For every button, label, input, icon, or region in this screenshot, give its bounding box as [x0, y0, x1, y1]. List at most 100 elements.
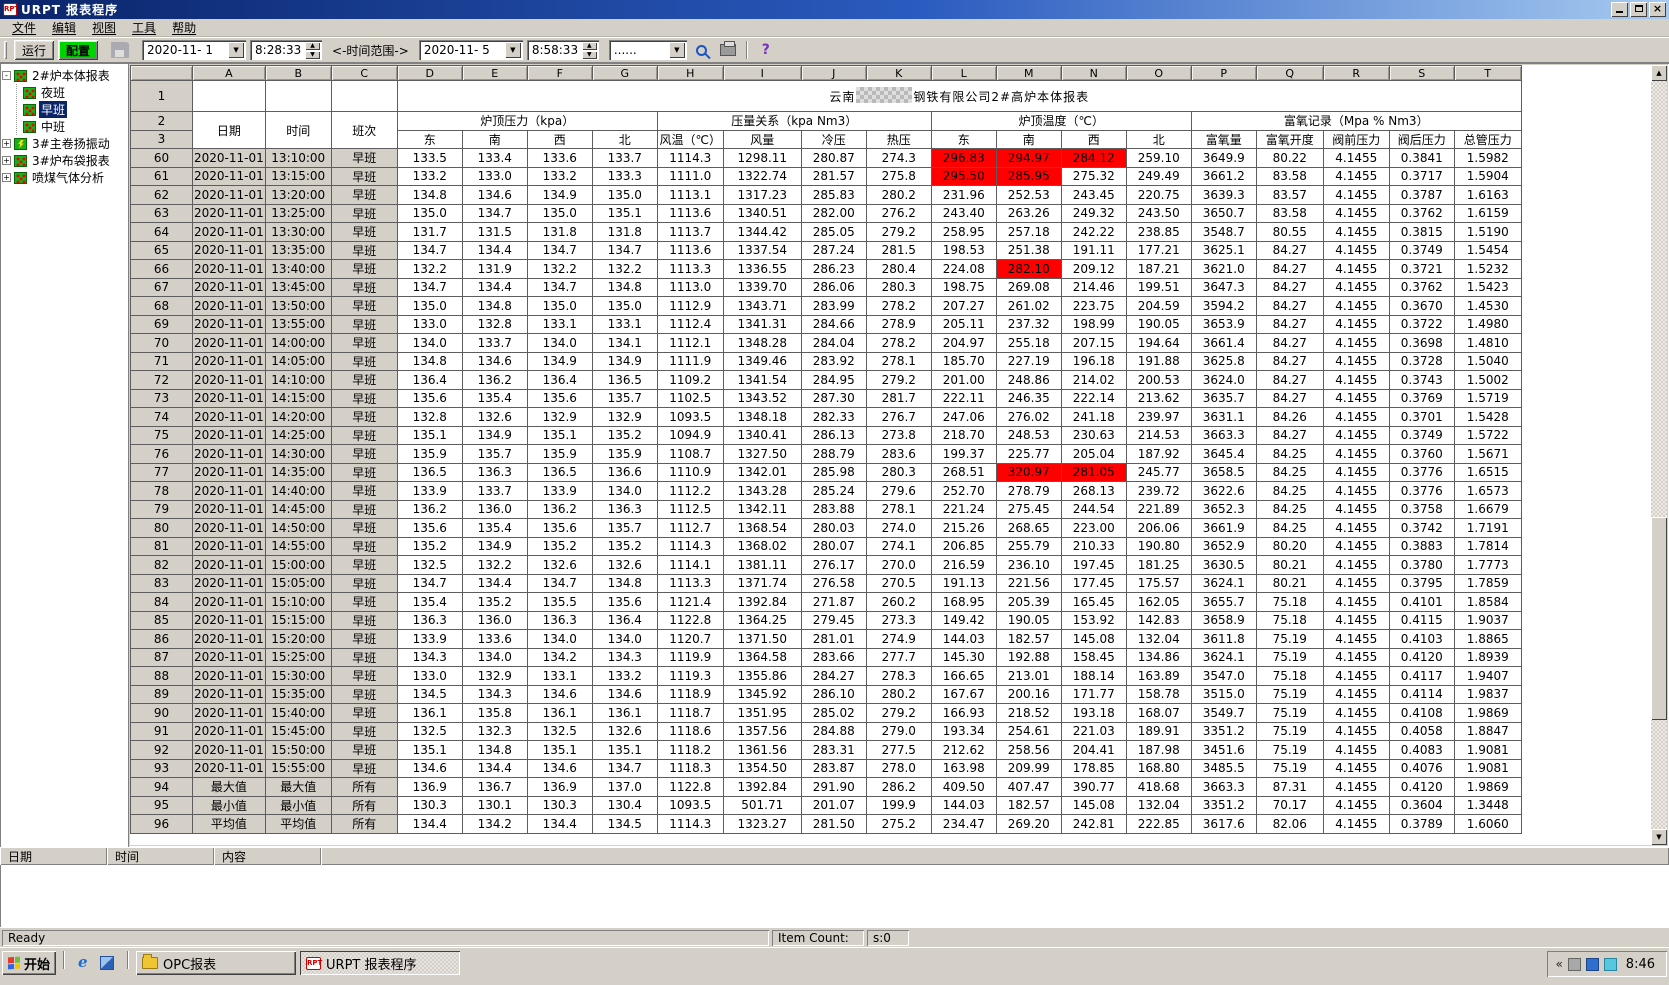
tree-item-label[interactable]: 3#炉布袋报表	[30, 152, 112, 169]
menu-edit[interactable]: 编辑	[44, 18, 84, 37]
column-header-P[interactable]: P	[1191, 66, 1256, 81]
column-header-O[interactable]: O	[1126, 66, 1191, 81]
chevron-down-icon[interactable]: ▼	[505, 42, 521, 58]
row-number[interactable]: 67	[131, 278, 193, 297]
tray-printer-icon[interactable]	[1568, 958, 1581, 971]
tree-item-label[interactable]: 喷煤气体分析	[30, 169, 106, 186]
help-icon[interactable]: ?	[755, 40, 777, 60]
row-number[interactable]: 72	[131, 371, 193, 390]
row-number[interactable]: 94	[131, 778, 193, 797]
tree-item-label[interactable]: 2#炉本体报表	[30, 67, 112, 84]
row-number[interactable]: 83	[131, 574, 193, 593]
column-header-R[interactable]: R	[1323, 66, 1389, 81]
tree-item-夜班[interactable]: 夜班	[17, 84, 126, 101]
tree-item-中班[interactable]: 中班	[17, 118, 126, 135]
row-number[interactable]: 78	[131, 482, 193, 501]
column-header-C[interactable]: C	[331, 66, 397, 81]
row-number[interactable]: 73	[131, 389, 193, 408]
column-header-K[interactable]: K	[866, 66, 931, 81]
time-from-spinner[interactable]: 8:28:33 ▲▼	[250, 40, 322, 60]
log-column-content[interactable]: 内容	[214, 847, 321, 865]
tree-item-喷煤气体分析[interactable]: + 喷煤气体分析	[2, 169, 126, 186]
collapse-icon[interactable]: -	[2, 71, 11, 80]
menu-view[interactable]: 视图	[84, 18, 124, 37]
vertical-scrollbar[interactable]: ▲ ▼	[1651, 65, 1667, 845]
close-button[interactable]: ×	[1649, 2, 1666, 17]
row-number[interactable]: 64	[131, 223, 193, 242]
column-header-L[interactable]: L	[931, 66, 996, 81]
column-header-A[interactable]: A	[193, 66, 266, 81]
column-header-E[interactable]: E	[462, 66, 527, 81]
row-number[interactable]: 80	[131, 519, 193, 538]
row-number[interactable]: 63	[131, 204, 193, 223]
chevron-left-icon[interactable]: «	[1555, 957, 1562, 971]
row-number[interactable]: 71	[131, 352, 193, 371]
task-button-urpt[interactable]: RPT URPT 报表程序	[300, 951, 460, 975]
row-number[interactable]: 82	[131, 556, 193, 575]
run-button[interactable]: 运行	[14, 40, 54, 60]
toolbar-grip[interactable]	[4, 41, 7, 59]
row-number[interactable]: 93	[131, 759, 193, 778]
row-number[interactable]: 69	[131, 315, 193, 334]
row-number[interactable]: 66	[131, 260, 193, 279]
row-number[interactable]: 84	[131, 593, 193, 612]
column-header-I[interactable]: I	[723, 66, 801, 81]
row-number[interactable]: 68	[131, 297, 193, 316]
expand-icon[interactable]: +	[2, 156, 11, 165]
chevron-down-icon[interactable]: ▼	[228, 42, 244, 58]
column-header-T[interactable]: T	[1454, 66, 1521, 81]
row-number[interactable]: 65	[131, 241, 193, 260]
row-number[interactable]: 96	[131, 815, 193, 834]
tree-item-label[interactable]: 3#主卷扬振动	[30, 135, 112, 152]
column-header-H[interactable]: H	[657, 66, 723, 81]
tray-monitor-icon[interactable]	[1586, 958, 1599, 971]
row-number[interactable]: 75	[131, 426, 193, 445]
row-number[interactable]: 87	[131, 648, 193, 667]
tree-item-早班[interactable]: 早班	[17, 101, 126, 118]
tray-network-icon[interactable]	[1604, 958, 1617, 971]
date-to-picker[interactable]: 2020-11- 5 ▼	[419, 40, 523, 60]
expand-icon[interactable]: +	[2, 139, 11, 148]
log-column-time[interactable]: 时间	[107, 847, 214, 865]
chevron-down-icon[interactable]: ▼	[669, 42, 685, 58]
row-number[interactable]: 89	[131, 685, 193, 704]
tree-item-label[interactable]: 中班	[39, 118, 67, 135]
save-icon[interactable]	[110, 41, 130, 59]
row-number[interactable]: 90	[131, 704, 193, 723]
config-button[interactable]: 配置	[58, 40, 98, 60]
ie-icon[interactable]: e	[78, 955, 94, 971]
column-header-J[interactable]: J	[801, 66, 866, 81]
row-number[interactable]: 61	[131, 167, 193, 186]
search-icon[interactable]	[691, 40, 713, 60]
tree-item-2#炉本体报表[interactable]: - 2#炉本体报表	[2, 67, 126, 84]
tree-item-label[interactable]: 早班	[39, 101, 67, 118]
row-number[interactable]: 76	[131, 445, 193, 464]
menu-help[interactable]: 帮助	[164, 18, 204, 37]
minimize-button[interactable]	[1611, 2, 1628, 17]
scroll-up-icon[interactable]: ▲	[1651, 65, 1667, 81]
filter-combobox[interactable]: ...... ▼	[609, 40, 687, 60]
task-button-opc[interactable]: OPC报表	[136, 951, 296, 975]
menu-file[interactable]: 文件	[4, 18, 44, 37]
column-header-B[interactable]: B	[265, 66, 331, 81]
scrollbar-thumb[interactable]	[1651, 517, 1667, 720]
row-number[interactable]: 85	[131, 611, 193, 630]
column-header-M[interactable]: M	[996, 66, 1061, 81]
expand-icon[interactable]: +	[2, 173, 11, 182]
column-header-S[interactable]: S	[1389, 66, 1454, 81]
row-number[interactable]: 86	[131, 630, 193, 649]
column-header-G[interactable]: G	[592, 66, 657, 81]
row-number[interactable]: 88	[131, 667, 193, 686]
row-number[interactable]: 77	[131, 463, 193, 482]
row-number[interactable]: 92	[131, 741, 193, 760]
row-number[interactable]: 62	[131, 186, 193, 205]
row-number[interactable]: 79	[131, 500, 193, 519]
print-icon[interactable]	[717, 40, 739, 60]
row-number[interactable]: 95	[131, 796, 193, 815]
column-header-Q[interactable]: Q	[1256, 66, 1323, 81]
spinner-arrows-icon[interactable]: ▲▼	[305, 42, 320, 59]
row-number[interactable]: 91	[131, 722, 193, 741]
maximize-button[interactable]	[1630, 2, 1647, 17]
row-number[interactable]: 60	[131, 149, 193, 168]
time-to-spinner[interactable]: 8:58:33 ▲▼	[527, 40, 599, 60]
